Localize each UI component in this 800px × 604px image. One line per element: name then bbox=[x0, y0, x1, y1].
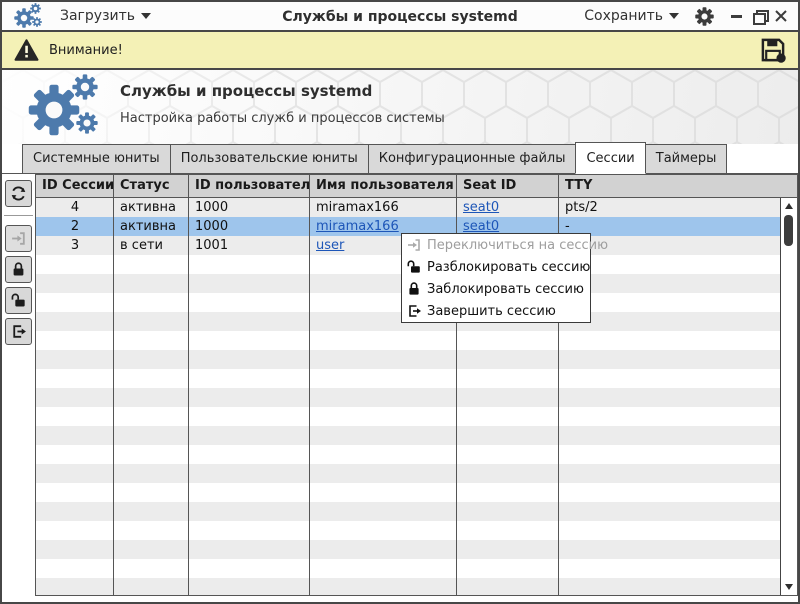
settings-gear-icon[interactable] bbox=[695, 6, 714, 26]
user-name-link[interactable]: miramax166 bbox=[316, 219, 399, 234]
load-menu-button[interactable]: Загрузить bbox=[60, 8, 152, 24]
cell-status: активна bbox=[120, 200, 176, 215]
menu-item-label: Переключиться на сессию bbox=[427, 237, 609, 253]
cell-tty: - bbox=[565, 219, 570, 234]
unlock-icon bbox=[11, 293, 25, 307]
column-header-session-id[interactable]: ID Сессии bbox=[36, 175, 114, 197]
app-gears-icon bbox=[14, 3, 46, 29]
scroll-up-icon[interactable] bbox=[785, 203, 793, 209]
lock-icon bbox=[13, 262, 24, 276]
tab-user-units[interactable]: Пользовательские юниты bbox=[169, 144, 369, 174]
menu-item-label: Разблокировать сессию bbox=[427, 259, 591, 275]
cell-user-name: miramax166 bbox=[316, 200, 399, 215]
page-subtitle: Настройка работы служб и процессов систе… bbox=[120, 111, 445, 126]
user-name-link[interactable]: user bbox=[316, 238, 344, 253]
cell-status: в сети bbox=[120, 238, 163, 253]
app-window: Загрузить Службы и процессы systemd Сохр… bbox=[0, 0, 800, 604]
column-header-status[interactable]: Статус bbox=[114, 175, 189, 197]
unlock-icon bbox=[406, 259, 423, 275]
menu-item-label: Завершить сессию bbox=[427, 303, 556, 319]
app-logo-gears-icon bbox=[28, 74, 114, 140]
menu-item-label: Заблокировать сессию bbox=[427, 281, 584, 297]
cell-session-id: 4 bbox=[70, 200, 80, 215]
page-title: Службы и процессы systemd bbox=[120, 82, 373, 100]
save-menu-label: Сохранить bbox=[584, 8, 663, 24]
switch-session-icon bbox=[406, 237, 423, 253]
lock-session-button[interactable] bbox=[5, 256, 32, 283]
warning-triangle-icon bbox=[14, 39, 39, 61]
tab-system-units[interactable]: Системные юниты bbox=[22, 144, 171, 174]
menu-item-switch-session[interactable]: Переключиться на сессию bbox=[402, 234, 608, 256]
seat-link[interactable]: seat0 bbox=[463, 219, 499, 234]
table-header-row: ID Сессии Статус ID пользователя Имя пол… bbox=[36, 175, 797, 198]
column-header-user-name[interactable]: Имя пользователя bbox=[310, 175, 457, 197]
column-divider bbox=[113, 198, 114, 595]
menu-item-lock-session[interactable]: Заблокировать сессию bbox=[402, 278, 590, 300]
refresh-icon bbox=[11, 186, 26, 201]
cell-tty: pts/2 bbox=[565, 200, 598, 215]
refresh-button[interactable] bbox=[5, 180, 32, 207]
tab-bar: Системные юниты Пользовательские юниты К… bbox=[2, 142, 798, 174]
terminate-session-icon bbox=[406, 303, 423, 319]
column-header-tty[interactable]: TTY bbox=[559, 175, 797, 197]
switch-session-icon bbox=[12, 232, 25, 245]
warning-bar: Внимание! bbox=[2, 32, 798, 70]
menu-item-terminate-session[interactable]: Завершить сессию bbox=[402, 300, 590, 322]
scroll-down-icon[interactable] bbox=[785, 584, 793, 590]
cell-status: активна bbox=[120, 219, 176, 234]
terminate-session-button[interactable] bbox=[5, 318, 32, 345]
session-context-menu: Переключиться на сессию Разблокировать с… bbox=[401, 233, 608, 323]
menu-item-unlock-session[interactable]: Разблокировать сессию bbox=[402, 256, 590, 278]
tab-timers[interactable]: Таймеры bbox=[644, 144, 728, 174]
chevron-down-icon bbox=[141, 13, 152, 19]
column-divider bbox=[188, 198, 189, 595]
unlock-session-button[interactable] bbox=[5, 287, 32, 314]
terminate-session-icon bbox=[13, 325, 26, 338]
cell-session-id: 3 bbox=[70, 238, 80, 253]
column-header-user-id[interactable]: ID пользователя bbox=[189, 175, 310, 197]
sessions-panel: ID Сессии Статус ID пользователя Имя пол… bbox=[2, 173, 798, 596]
table-row[interactable]: 4 активна 1000 miramax166 seat0 pts/2 bbox=[36, 198, 797, 217]
session-toolbar bbox=[2, 174, 35, 595]
close-icon[interactable] bbox=[774, 9, 788, 23]
maximize-icon[interactable] bbox=[752, 9, 769, 25]
toolbar-separator bbox=[4, 215, 33, 216]
warning-label: Внимание! bbox=[49, 42, 123, 58]
save-file-icon[interactable] bbox=[760, 37, 786, 63]
chevron-down-icon bbox=[669, 13, 679, 19]
page-header: Службы и процессы systemd Настройка рабо… bbox=[2, 70, 798, 144]
cell-user-id: 1001 bbox=[195, 238, 229, 253]
vertical-scrollbar[interactable] bbox=[780, 198, 797, 595]
lock-icon bbox=[406, 281, 423, 297]
cell-user-id: 1000 bbox=[195, 200, 229, 215]
column-divider bbox=[309, 198, 310, 595]
window-title: Службы и процессы systemd bbox=[282, 9, 518, 25]
save-menu-button[interactable]: Сохранить bbox=[584, 8, 679, 24]
minimize-icon[interactable] bbox=[730, 9, 744, 23]
column-header-seat-id[interactable]: Seat ID bbox=[457, 175, 559, 197]
switch-session-button[interactable] bbox=[5, 225, 32, 252]
scrollbar-thumb[interactable] bbox=[784, 215, 793, 246]
cell-user-id: 1000 bbox=[195, 219, 229, 234]
load-menu-label: Загрузить bbox=[60, 8, 136, 24]
seat-link[interactable]: seat0 bbox=[463, 200, 499, 215]
cell-session-id: 2 bbox=[70, 219, 80, 234]
tab-sessions[interactable]: Сессии bbox=[575, 142, 646, 174]
tab-config-files[interactable]: Конфигурационные файлы bbox=[367, 144, 577, 174]
title-bar: Загрузить Службы и процессы systemd Сохр… bbox=[2, 2, 798, 32]
